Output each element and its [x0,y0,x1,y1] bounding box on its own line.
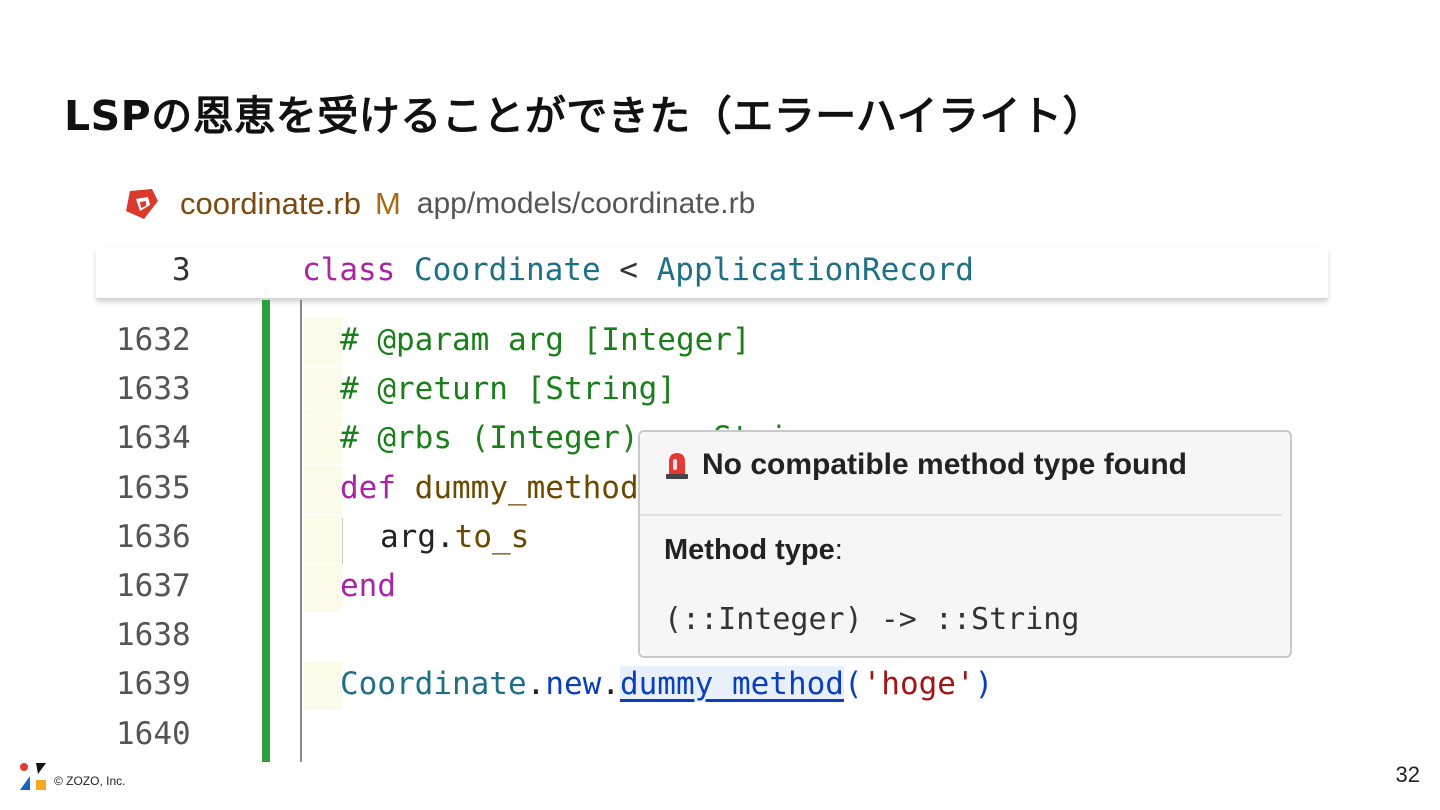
label-text: Method type [664,534,835,566]
class-name: Coordinate [340,666,527,702]
copyright: © ZOZO, Inc. [54,774,126,788]
modified-badge: M [374,186,401,221]
indent-guide [342,518,343,564]
line-number: 1633 [116,371,191,407]
dot: . [526,666,546,702]
sticky-scroll-line[interactable]: 3 class Coordinate < ApplicationRecord [96,248,1328,299]
hover-title: No compatible method type found [702,448,1187,481]
indent-highlight [304,318,342,366]
class-name: Coordinate [414,252,601,288]
line-number: 1638 [116,617,191,653]
indent-highlight [304,416,342,464]
indent-highlight [304,662,342,710]
hover-tooltip[interactable]: No compatible method type found Method t… [638,430,1292,658]
dot: . [601,666,620,702]
operator: < [600,252,657,288]
indent-highlight [304,515,342,563]
receiver: arg. [380,519,455,555]
tab-file-name: coordinate.rb [180,186,361,221]
paren: ) [974,666,994,702]
indent-highlight [304,367,342,415]
line-number: 1634 [116,420,191,456]
indent-guide [300,300,302,762]
indent-highlight [304,564,342,612]
indent-highlight [304,466,342,514]
code-line: end [340,568,396,604]
page-number: 32 [1395,762,1420,787]
string-literal: 'hoge' [862,666,975,702]
line-number: 1637 [116,568,191,604]
keyword: def [340,470,396,506]
code-line: # @param arg [Integer] [340,322,751,358]
siren-icon [666,453,688,479]
editor-tab[interactable]: coordinate.rb M app/models/coordinate.rb [124,182,755,226]
git-change-bar [262,300,270,762]
line-number: 1640 [116,716,191,752]
method-type-label: Method type: [664,534,843,567]
divider [640,514,1282,516]
paren: ( [843,666,863,702]
label-colon: : [834,534,843,566]
line-number: 1639 [116,666,191,702]
slide-title: LSPの恩恵を受けることができた（エラーハイライト） [64,92,1105,140]
line-number: 1632 [116,322,191,358]
line-number: 1636 [116,519,191,555]
keyword: class [302,252,396,288]
method-call: new [545,666,602,702]
code-line: # @return [String] [340,371,676,407]
line-number: 1635 [116,470,191,506]
sticky-code: class Coordinate < ApplicationRecord [302,252,974,288]
code-line: Coordinate.new.dummy_method('hoge') [340,666,993,702]
error-highlight[interactable]: dummy_method [619,666,844,702]
method-signature: (::Integer) -> ::String [664,602,1080,637]
hover-header: No compatible method type found [664,448,1187,482]
line-number: 3 [172,252,191,288]
tab-file-path: app/models/coordinate.rb [416,187,756,220]
parent-class: ApplicationRecord [656,252,974,288]
code-line: arg.to_s [380,519,529,555]
ruby-icon [126,189,158,219]
method-call: to_s [454,519,530,555]
zozo-logo-icon [20,763,46,790]
